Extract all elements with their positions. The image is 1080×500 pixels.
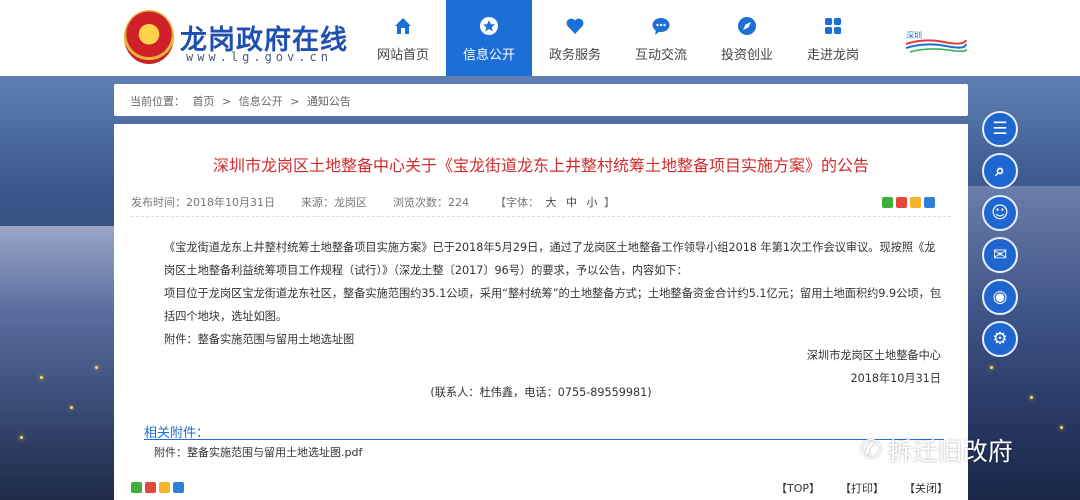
nav-item-label: 互动交流 (634, 48, 687, 63)
sign-org: 深圳市龙岗区土地整备中心 (806, 349, 941, 362)
nav-item-interaction[interactable]: 互动交流 (618, 0, 704, 76)
source-label: 来源： (301, 196, 334, 209)
site-url: www.lg.gov.cn (186, 50, 332, 64)
share-bar-bottom (131, 482, 184, 493)
source-value: 龙岗区 (334, 196, 367, 209)
views-label: 浏览次数： (393, 196, 448, 209)
publish-label: 发布时间： (131, 196, 186, 209)
article-title: 深圳市龙岗区土地整备中心关于《宝龙街道龙东上井整村统筹土地整备项目实施方案》的公… (212, 156, 869, 175)
breadcrumb-home-link[interactable]: 首页 (193, 95, 215, 108)
shenzhen-brand-logo[interactable]: 深圳 (904, 28, 968, 54)
font-small-button[interactable]: 小 (587, 196, 598, 209)
contact-info: (联系人：杜伟鑫，电话：0755-89559981) (430, 386, 652, 399)
wechat-icon[interactable]: ✉ (982, 237, 1018, 273)
main-nav: 网站首页 信息公开 政务服务 互动交流 投资创业 走进龙岗 (360, 0, 876, 76)
nav-item-label: 政务服务 (548, 48, 601, 63)
chat-bubble-icon (652, 18, 670, 35)
breadcrumb: 当前位置： 首页 > 信息公开 > 通知公告 (114, 84, 968, 116)
map-grid-icon (825, 18, 841, 34)
share-bar-top (882, 197, 935, 208)
settings-gear-icon[interactable]: ⚙ (982, 321, 1018, 357)
city-light (1030, 396, 1033, 399)
search-text-icon[interactable]: ⌕ (982, 153, 1018, 189)
city-light (95, 366, 98, 369)
heart-icon (566, 18, 584, 34)
wechat-watermark: ✆ 拆迁旧改府 (860, 432, 1013, 468)
nav-item-label: 走进龙岗 (806, 48, 859, 63)
site-header: ★ 龙岗政府在线 www.lg.gov.cn 网站首页 信息公开 政务服务 互动… (0, 0, 1080, 76)
footer-links: 【TOP】 【打印】 【关闭】 (776, 480, 948, 496)
qzone-share-icon[interactable] (159, 482, 170, 493)
city-light (1060, 426, 1063, 429)
font-size-close: 】 (604, 196, 615, 209)
city-light (990, 366, 993, 369)
views-count: 224 (448, 196, 469, 209)
nav-item-gov-services[interactable]: 政务服务 (532, 0, 618, 76)
font-size-switcher: 【字体： 大 中 小 】 (495, 194, 615, 210)
breadcrumb-notice-link[interactable]: 通知公告 (307, 95, 351, 108)
compass-icon (738, 17, 756, 35)
nav-item-info-disclosure[interactable]: 信息公开 (446, 0, 532, 76)
article-paragraph: 项目位于龙岗区宝龙街道龙东社区，整备实施范围约35.1公顷，采用“整村统筹”的土… (164, 287, 941, 323)
nav-item-home[interactable]: 网站首页 (360, 0, 446, 76)
publish-date: 2018年10月31日 (186, 196, 275, 209)
national-emblem-icon[interactable]: ★ (124, 10, 174, 64)
qq-share-icon[interactable] (924, 197, 935, 208)
city-skyline-left (0, 226, 120, 500)
qq-share-icon[interactable] (173, 482, 184, 493)
wechat-share-icon[interactable] (131, 482, 142, 493)
chart-board-icon[interactable]: ☰ (982, 111, 1018, 147)
nav-item-investment[interactable]: 投资创业 (704, 0, 790, 76)
print-link[interactable]: 【打印】 (840, 480, 884, 496)
city-light (20, 436, 23, 439)
top-link[interactable]: 【TOP】 (776, 480, 820, 496)
close-link[interactable]: 【关闭】 (904, 480, 948, 496)
star-badge-icon (480, 17, 498, 35)
article-meta: 发布时间：2018年10月31日 来源：龙岗区 浏览次数：224 【字体： 大 … (131, 194, 641, 210)
breadcrumb-separator: > (222, 95, 232, 108)
qzone-share-icon[interactable] (910, 197, 921, 208)
article-body: 《宝龙街道龙东上井整村统筹土地整备项目实施方案》已于2018年5月29日，通过了… (144, 236, 944, 351)
wechat-share-icon[interactable] (882, 197, 893, 208)
breadcrumb-info-link[interactable]: 信息公开 (239, 95, 283, 108)
attachment-file-link[interactable]: 附件：整备实施范围与留用土地选址图.pdf (154, 444, 362, 460)
article-panel: 深圳市龙岗区土地整备中心关于《宝龙街道龙东上井整村统筹土地整备项目实施方案》的公… (114, 124, 968, 500)
attachments-divider (144, 439, 944, 440)
breadcrumb-separator: > (290, 95, 300, 108)
city-light (40, 376, 43, 379)
wechat-logo-icon: ✆ (860, 435, 882, 465)
nav-item-about-longgang[interactable]: 走进龙岗 (790, 0, 876, 76)
watermark-text: 拆迁旧改府 (887, 437, 1013, 466)
brand-text: 深圳 (906, 30, 922, 40)
font-large-button[interactable]: 大 (546, 196, 557, 209)
nav-item-label: 投资创业 (720, 48, 773, 63)
city-light (70, 406, 73, 409)
font-medium-button[interactable]: 中 (566, 196, 577, 209)
weibo-share-icon[interactable] (145, 482, 156, 493)
floating-toolbar: ☰ ⌕ ☺ ✉ ◉ ⚙ (982, 111, 1018, 357)
font-size-label: 【字体： (495, 196, 539, 209)
weibo-icon[interactable]: ◉ (982, 279, 1018, 315)
article-paragraph: 《宝龙街道龙东上井整村统筹土地整备项目实施方案》已于2018年5月29日，通过了… (164, 241, 936, 277)
nav-item-label: 信息公开 (462, 48, 515, 63)
customer-service-icon[interactable]: ☺ (982, 195, 1018, 231)
home-icon (395, 18, 411, 34)
meta-divider (131, 216, 951, 217)
nav-item-label: 网站首页 (376, 48, 429, 63)
breadcrumb-prefix: 当前位置： (130, 95, 185, 108)
weibo-share-icon[interactable] (896, 197, 907, 208)
